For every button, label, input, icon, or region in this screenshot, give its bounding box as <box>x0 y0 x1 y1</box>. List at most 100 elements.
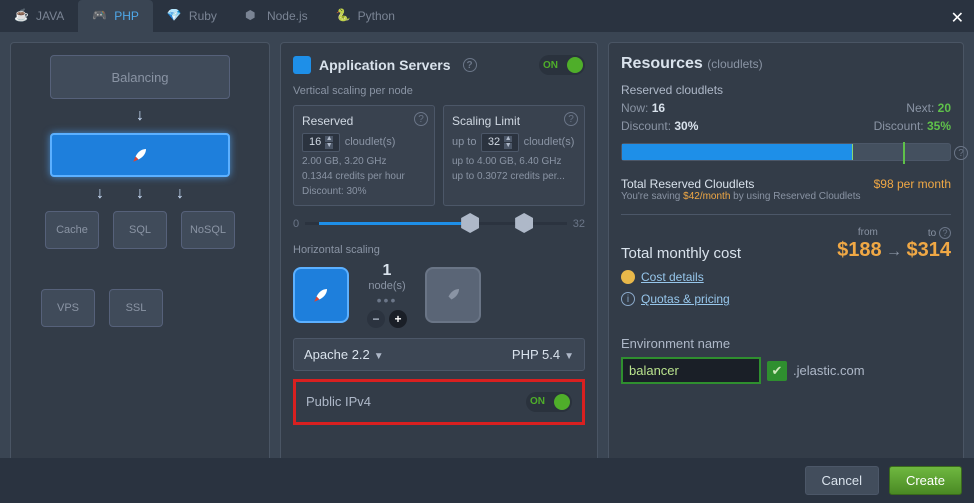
section-title: Application Servers ? <box>293 56 477 74</box>
node-icon-inactive[interactable] <box>425 267 481 323</box>
ipv4-toggle[interactable]: ON <box>526 392 572 412</box>
vertical-scaling-label: Vertical scaling per node <box>293 85 585 97</box>
sql-block[interactable]: SQL <box>113 211 167 249</box>
tab-ruby[interactable]: 💎 Ruby <box>153 0 231 32</box>
node-minus-button[interactable]: − <box>367 310 385 328</box>
arrow-down-icon: ↓ <box>96 185 104 203</box>
limit-stepper[interactable]: 32▲▼ <box>481 133 519 152</box>
balancing-block[interactable]: Balancing <box>50 55 230 99</box>
tab-node[interactable]: ⬢ Node.js <box>231 0 322 32</box>
resources-title: Resources (cloudlets) <box>621 55 951 73</box>
price-to: $314 <box>907 239 952 261</box>
vps-block[interactable]: VPS <box>41 289 95 327</box>
quotas-link[interactable]: Quotas & pricing <box>641 292 730 306</box>
toggle-label: ON <box>543 60 558 71</box>
php-icon: 🎮 <box>92 8 108 24</box>
help-icon[interactable]: ? <box>463 58 477 72</box>
scaling-limit-card: ? Scaling Limit up to 32▲▼ cloudlet(s) u… <box>443 105 585 206</box>
total-cost-label: Total monthly cost <box>621 245 741 262</box>
card-title: Reserved <box>302 114 426 128</box>
ruby-icon: 💎 <box>167 8 183 24</box>
chevron-down-icon: ▼ <box>564 351 574 362</box>
chevron-down-icon: ▼ <box>374 351 384 362</box>
card-title: Scaling Limit <box>452 114 576 128</box>
server-lang-select: Apache 2.2▼ PHP 5.4▼ <box>293 338 585 371</box>
to-label: to ? <box>928 227 951 239</box>
toggle-label: ON <box>530 396 545 407</box>
tab-label: PHP <box>114 9 139 23</box>
tab-php[interactable]: 🎮 PHP <box>78 0 153 32</box>
price-from: $188 <box>837 239 882 261</box>
node-icon: ⬢ <box>245 8 261 24</box>
discount-now: 30% <box>674 119 698 133</box>
saving-text: You're saving $42/month by using Reserve… <box>621 191 951 202</box>
next-value: 20 <box>938 101 951 115</box>
feather-icon <box>131 146 149 164</box>
node-count: 1 <box>367 262 407 280</box>
from-label: from <box>858 227 878 239</box>
feather-icon <box>312 286 330 304</box>
reserved-stepper[interactable]: 16▲▼ <box>302 133 340 152</box>
ssl-block[interactable]: SSL <box>109 289 163 327</box>
java-icon: ☕ <box>14 8 30 24</box>
node-plus-button[interactable]: + <box>389 310 407 328</box>
tab-bar: ☕ JAVA 🎮 PHP 💎 Ruby ⬢ Node.js 🐍 Python ✕ <box>0 0 974 32</box>
tab-label: JAVA <box>36 9 64 23</box>
check-icon: ✔ <box>767 361 787 381</box>
discount-line: Discount: 30% <box>302 186 426 197</box>
unit-label: cloudlet(s) <box>524 136 575 148</box>
tab-java[interactable]: ☕ JAVA <box>0 0 78 32</box>
resources-panel: Resources (cloudlets) Reserved cloudlets… <box>608 42 964 462</box>
credits-line: up to 0.3072 credits per... <box>452 171 576 182</box>
create-button[interactable]: Create <box>889 466 962 495</box>
env-name-label: Environment name <box>621 336 951 351</box>
node-icon-active[interactable] <box>293 267 349 323</box>
cost-details-link[interactable]: Cost details <box>641 270 704 284</box>
tab-python[interactable]: 🐍 Python <box>322 0 409 32</box>
nosql-block[interactable]: NoSQL <box>181 211 235 249</box>
env-name-input[interactable] <box>621 357 761 384</box>
now-value: 16 <box>652 101 665 115</box>
help-icon[interactable]: ? <box>939 227 951 239</box>
discount-next: 35% <box>927 119 951 133</box>
arrow-down-icon: ↓ <box>136 107 144 125</box>
help-icon[interactable]: ? <box>414 112 428 126</box>
ipv4-label: Public IPv4 <box>306 394 371 409</box>
close-icon[interactable]: ✕ <box>951 8 964 28</box>
resource-line: 2.00 GB, 3.20 GHz <box>302 156 426 167</box>
tab-label: Ruby <box>189 9 217 23</box>
slider-handle-limit[interactable] <box>515 213 533 233</box>
topology-panel: Balancing ↓ ↓ ↓ ↓ Cache SQL NoSQL VPS SSL <box>10 42 270 493</box>
public-ipv4-row: Public IPv4 ON <box>293 379 585 425</box>
feather-icon <box>444 286 462 304</box>
python-icon: 🐍 <box>336 8 352 24</box>
coin-icon <box>621 270 635 284</box>
prefix-label: up to <box>452 136 476 148</box>
cache-block[interactable]: Cache <box>45 211 99 249</box>
arrow-down-icon: ↓ <box>176 185 184 203</box>
slider-handle-reserved[interactable] <box>461 213 479 233</box>
arrow-down-icon: ↓ <box>136 185 144 203</box>
slider-min: 0 <box>293 218 299 230</box>
reserved-cloudlets-label: Reserved cloudlets <box>621 83 951 97</box>
cancel-button[interactable]: Cancel <box>805 466 879 495</box>
env-domain: .jelastic.com <box>793 363 865 378</box>
server-select[interactable]: Apache 2.2▼ <box>304 347 384 362</box>
help-icon[interactable]: ? <box>564 112 578 126</box>
total-reserved-value: $98 per month <box>874 177 951 191</box>
footer: Cancel Create <box>0 458 974 503</box>
cloudlet-bar: ? <box>621 143 951 161</box>
help-icon[interactable]: ? <box>954 146 968 160</box>
app-server-block[interactable] <box>50 133 230 177</box>
horizontal-scaling-label: Horizontal scaling <box>293 244 585 256</box>
lang-select[interactable]: PHP 5.4▼ <box>512 347 574 362</box>
app-servers-toggle[interactable]: ON <box>539 55 585 75</box>
total-reserved-label: Total Reserved Cloudlets <box>621 177 754 191</box>
tab-label: Node.js <box>267 9 308 23</box>
cloudlet-slider[interactable]: 0 32 <box>293 218 585 230</box>
app-servers-panel: Application Servers ? ON Vertical scalin… <box>280 42 598 493</box>
resource-line: up to 4.00 GB, 6.40 GHz <box>452 156 576 167</box>
credits-line: 0.1344 credits per hour <box>302 171 426 182</box>
tab-label: Python <box>358 9 395 23</box>
slider-track[interactable] <box>305 222 567 225</box>
